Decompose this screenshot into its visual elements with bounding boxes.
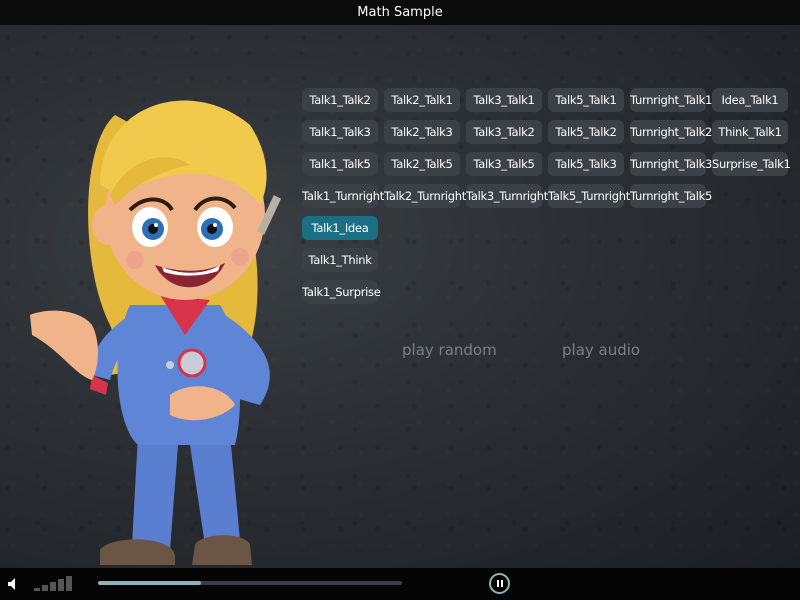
button-talk2-turnright[interactable]: Talk2_Turnright bbox=[384, 184, 466, 208]
progress-bar[interactable] bbox=[98, 581, 402, 585]
button-talk1-surprise[interactable]: Talk1_Surprise bbox=[302, 280, 381, 304]
button-surprise-talk1[interactable]: Surprise_Talk1 bbox=[712, 152, 791, 176]
button-turnright-talk2[interactable]: Turnright_Talk2 bbox=[630, 120, 712, 144]
button-talk1-idea[interactable]: Talk1_Idea bbox=[302, 216, 378, 240]
window-title: Math Sample bbox=[0, 0, 800, 25]
character-illustration bbox=[30, 100, 282, 565]
button-turnright-talk5[interactable]: Turnright_Talk5 bbox=[630, 184, 712, 208]
button-talk1-turnright[interactable]: Talk1_Turnright bbox=[302, 184, 384, 208]
button-idea-talk1[interactable]: Idea_Talk1 bbox=[712, 88, 788, 112]
button-talk5-talk3[interactable]: Talk5_Talk3 bbox=[548, 152, 624, 176]
speaker-icon[interactable] bbox=[7, 577, 21, 591]
button-talk1-talk3[interactable]: Talk1_Talk3 bbox=[302, 120, 378, 144]
stage: Talk1_Talk2 Talk2_Talk1 Talk3_Talk1 Talk… bbox=[0, 25, 800, 568]
volume-level-icon[interactable] bbox=[34, 575, 78, 591]
button-talk3-talk1[interactable]: Talk3_Talk1 bbox=[466, 88, 542, 112]
button-talk2-talk1[interactable]: Talk2_Talk1 bbox=[384, 88, 460, 112]
button-talk3-turnright[interactable]: Talk3_Turnright bbox=[466, 184, 548, 208]
pause-icon[interactable] bbox=[489, 573, 510, 594]
button-talk5-turnright[interactable]: Talk5_Turnright bbox=[548, 184, 630, 208]
progress-fill bbox=[98, 581, 202, 585]
play-audio-link[interactable]: play audio bbox=[562, 341, 640, 359]
play-random-link[interactable]: play random bbox=[402, 341, 497, 359]
button-talk3-talk5[interactable]: Talk3_Talk5 bbox=[466, 152, 542, 176]
button-talk2-talk3[interactable]: Talk2_Talk3 bbox=[384, 120, 460, 144]
button-turnright-talk1[interactable]: Turnright_Talk1 bbox=[630, 88, 712, 112]
button-talk1-talk2[interactable]: Talk1_Talk2 bbox=[302, 88, 378, 112]
button-talk2-talk5[interactable]: Talk2_Talk5 bbox=[384, 152, 460, 176]
button-turnright-talk3[interactable]: Turnright_Talk3 bbox=[630, 152, 712, 176]
button-talk3-talk2[interactable]: Talk3_Talk2 bbox=[466, 120, 542, 144]
button-talk5-talk2[interactable]: Talk5_Talk2 bbox=[548, 120, 624, 144]
button-talk5-talk1[interactable]: Talk5_Talk1 bbox=[548, 88, 624, 112]
button-talk1-talk5[interactable]: Talk1_Talk5 bbox=[302, 152, 378, 176]
button-talk1-think[interactable]: Talk1_Think bbox=[302, 248, 378, 272]
button-think-talk1[interactable]: Think_Talk1 bbox=[712, 120, 788, 144]
